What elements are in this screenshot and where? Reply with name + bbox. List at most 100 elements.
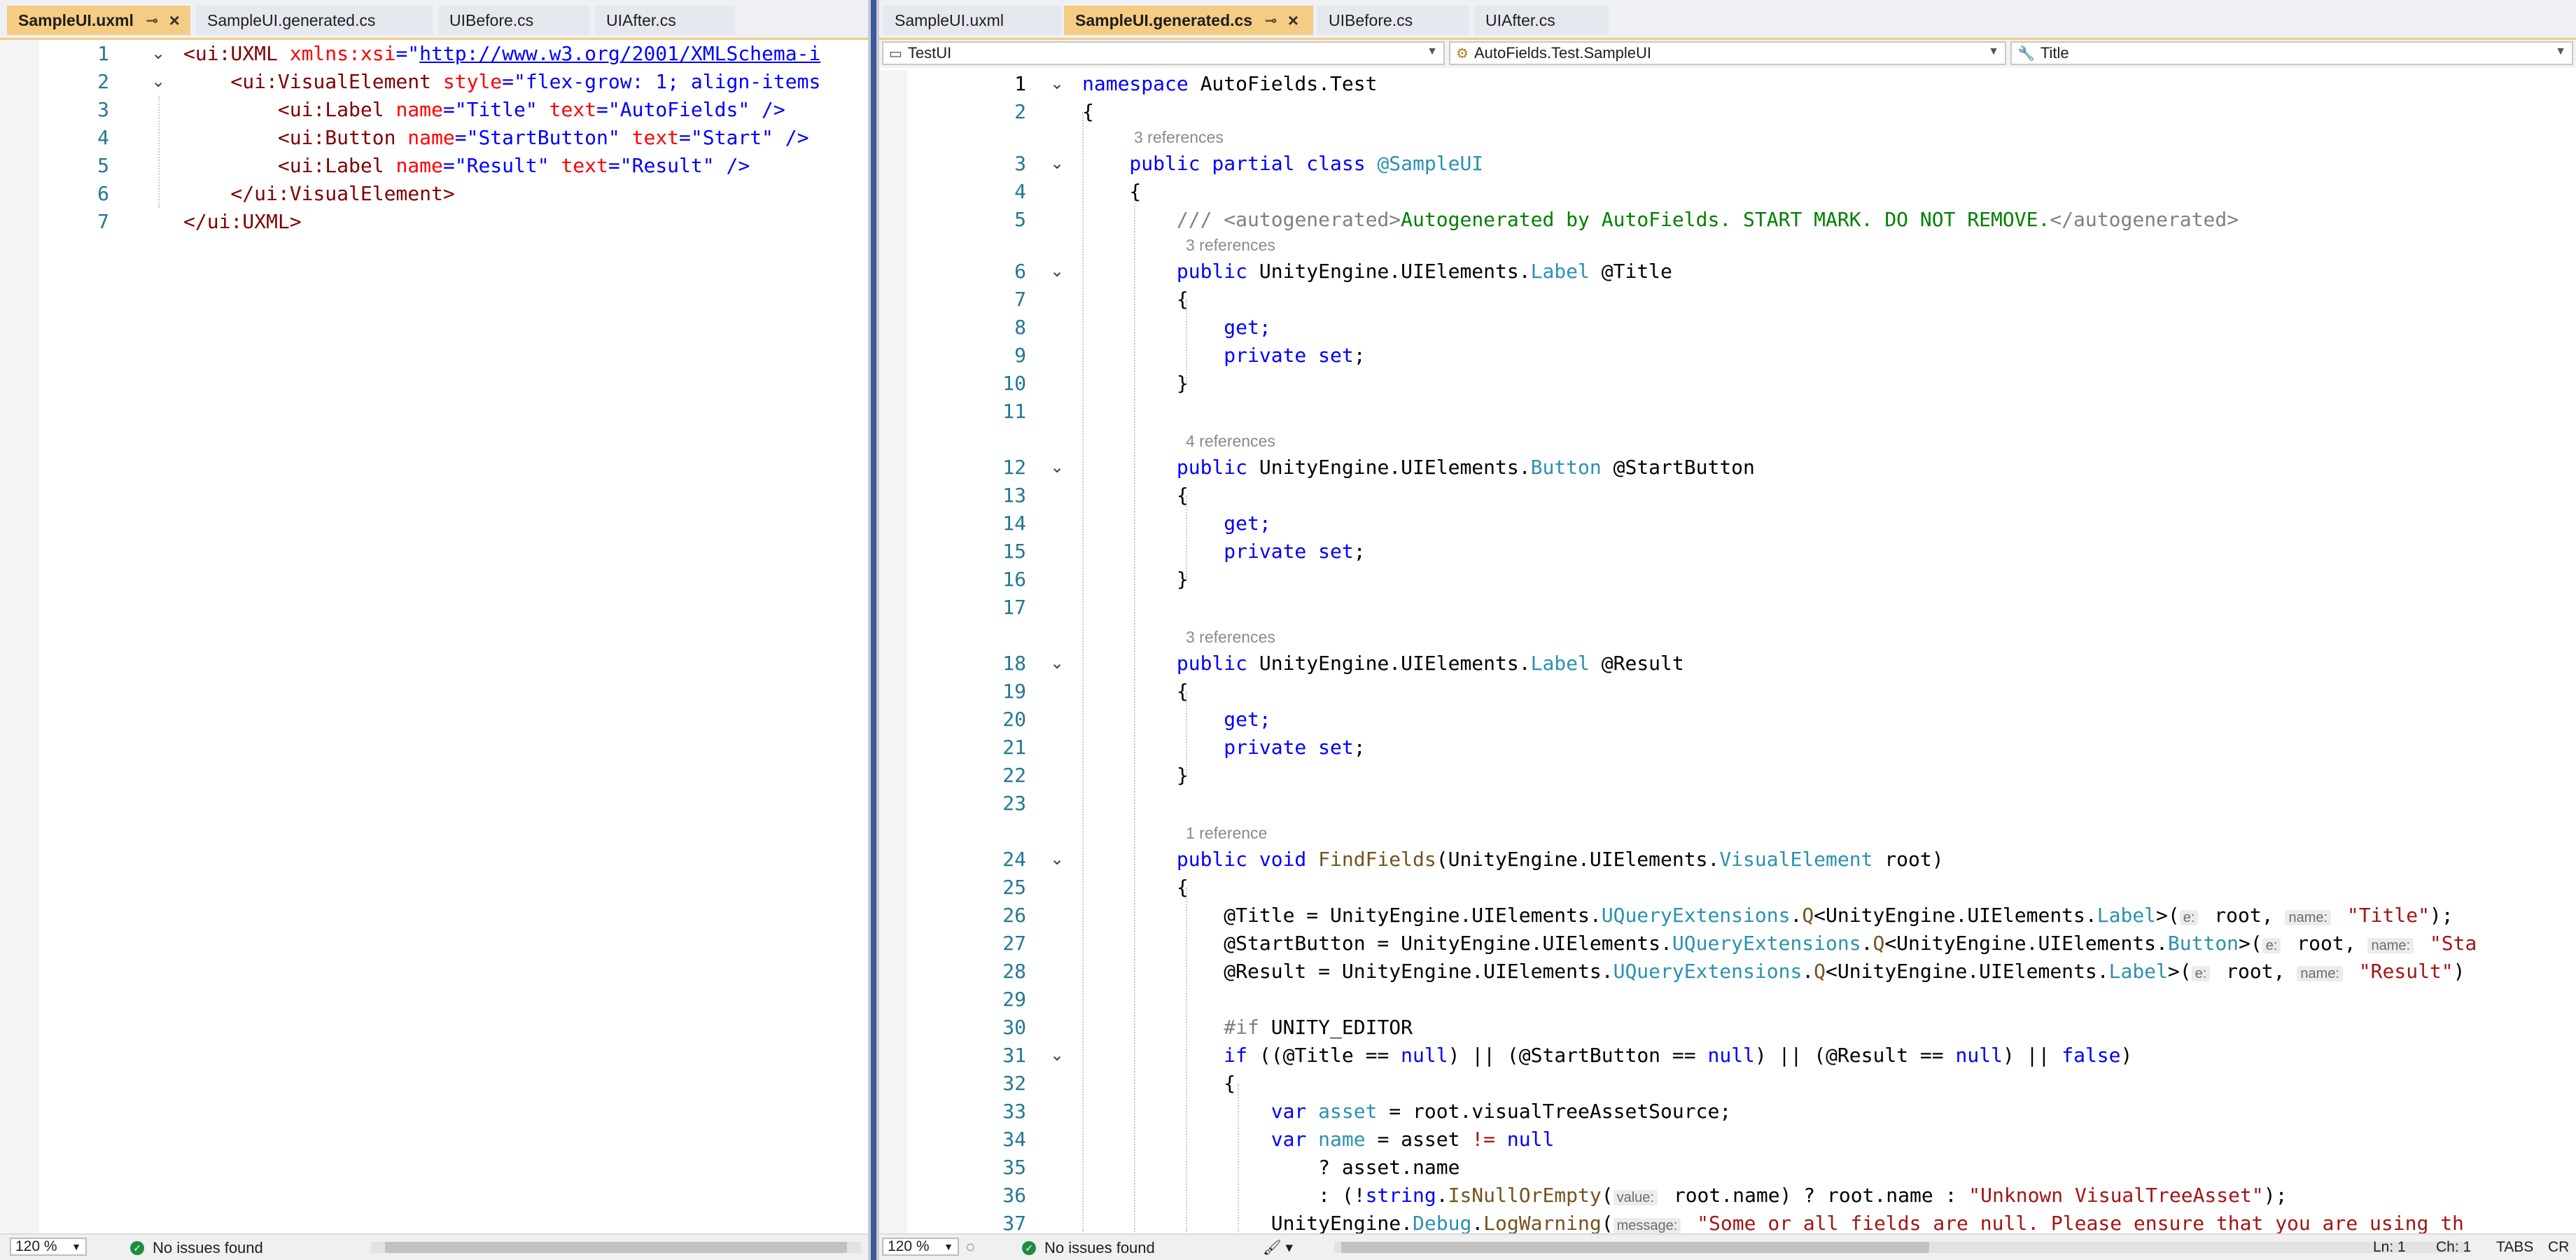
collapse-chevron-icon[interactable]: ⌄ [1050,454,1064,482]
tab-sampleui-generated-cs[interactable]: SampleUI.generated.cs [196,6,433,35]
pin-icon[interactable]: ⊸ [1265,12,1277,29]
line-number: 22 [1002,764,1026,787]
code-line: get; [1082,708,1271,731]
issues-indicator[interactable]: ✓ No issues found [1022,1239,1155,1257]
issues-text: No issues found [1044,1239,1155,1256]
zoom-select[interactable]: 120 % ▼ [10,1238,87,1256]
line-number: 5 [97,154,109,177]
line-number: 21 [1002,736,1026,759]
check-circle-icon: ✓ [130,1241,144,1255]
collapse-chevron-icon[interactable]: ⌄ [151,40,165,68]
line-number: 4 [1014,180,1026,203]
left-tab-bar: SampleUI.uxml ⊸ × SampleUI.generated.cs … [0,0,868,40]
code-line: private set; [1082,736,1366,759]
code-line: <ui:Label name="Title" text="AutoFields"… [183,98,785,121]
line-number: 16 [1002,568,1026,591]
code-line: public UnityEngine.UIElements.Button @St… [1082,456,1755,479]
cursor-column[interactable]: Ch: 1 [2436,1239,2471,1256]
line-number: 33 [1002,1100,1026,1123]
tab-uibefore-cs[interactable]: UIBefore.cs [438,6,589,35]
line-number: 17 [1002,596,1026,619]
chevron-down-icon: ▼ [1988,46,1999,57]
tab-label: SampleUI.generated.cs [1075,10,1253,29]
cursor-line[interactable]: Ln: 1 [2373,1239,2406,1256]
line-number: 3 [1014,152,1026,175]
collapse-chevron-icon[interactable]: ⌄ [1050,150,1064,178]
code-line: </ui:VisualElement> [183,182,455,205]
chevron-down-icon: ▼ [944,1241,953,1252]
code-lens-references[interactable]: 3 references [1186,627,1275,647]
member-dropdown[interactable]: 🔧 Title ▼ [2010,41,2573,65]
issues-indicator[interactable]: ✓ No issues found [130,1239,263,1257]
line-number: 1 [97,42,109,65]
horizontal-scrollbar[interactable] [1334,1242,2468,1253]
close-icon[interactable]: × [169,10,180,31]
scrollbar-thumb[interactable] [1341,1242,1929,1253]
brush-icon[interactable]: 🖌 ▾ [1263,1239,1293,1256]
collapse-chevron-icon[interactable]: ⌄ [1050,1042,1064,1070]
line-number: 37 [1002,1212,1026,1233]
line-number: 12 [1002,456,1026,479]
collapse-chevron-icon[interactable]: ⌄ [1050,258,1064,286]
code-line: public UnityEngine.UIElements.Label @Tit… [1082,260,1672,283]
code-line: public partial class @SampleUI [1082,152,1484,175]
class-icon: ⚙ [1456,46,1469,62]
scrollbar-thumb[interactable] [385,1242,847,1253]
collapse-chevron-icon[interactable]: ⌄ [1050,70,1064,98]
code-lens-references[interactable]: 4 references [1186,431,1275,451]
zoom-value: 120 % [888,1238,930,1254]
left-indicator-margin [0,40,39,1233]
horizontal-scrollbar[interactable] [371,1242,861,1253]
line-number: 13 [1002,484,1026,507]
line-number: 7 [97,210,109,233]
code-lens-references[interactable]: 3 references [1134,127,1224,147]
line-number: 8 [1014,316,1026,339]
collapse-chevron-icon[interactable]: ⌄ [1050,846,1064,874]
wrench-icon: 🔧 [2017,46,2035,62]
collapse-chevron-icon[interactable]: ⌄ [1050,650,1064,678]
tab-sampleui-uxml[interactable]: SampleUI.uxml ⊸ × [7,6,190,35]
tab-label: SampleUI.uxml [18,10,134,29]
line-number: 26 [1002,904,1026,927]
tab-label: UIBefore.cs [449,10,534,29]
pin-icon[interactable]: ⊸ [146,12,158,29]
line-number: 14 [1002,512,1026,535]
line-number: 3 [97,98,109,121]
line-number: 28 [1002,960,1026,983]
code-line: } [1082,764,1189,787]
line-number: 6 [97,182,109,205]
copilot-icon[interactable]: ◌ [966,1239,974,1256]
tab-sampleui-generated-cs[interactable]: SampleUI.generated.cs ⊸ × [1064,6,1313,35]
right-code-editor[interactable]: 1 2 3 4 5 6 7 8 9 10 11 12 13 14 15 16 17 18 19 20 21 22 23 24 2… [879,70,2576,1233]
tab-uiafter-cs[interactable]: UIAfter.cs [595,6,735,35]
line-number: 7 [1014,288,1026,311]
line-number: 4 [97,126,109,149]
code-line: <ui:VisualElement style="flex-grow: 1; a… [183,70,821,93]
issues-text: No issues found [153,1239,263,1256]
tab-uibefore-cs[interactable]: UIBefore.cs [1317,6,1469,35]
line-ending[interactable]: CR [2548,1239,2569,1256]
project-icon: ▭ [889,46,902,62]
code-lens-references[interactable]: 1 reference [1186,823,1267,843]
tab-label: SampleUI.uxml [895,10,1004,29]
close-icon[interactable]: × [1288,10,1298,31]
zoom-select[interactable]: 120 % ▼ [882,1238,959,1256]
line-number: 34 [1002,1128,1026,1151]
left-code-editor[interactable]: 1 2 3 4 5 6 7 ⌄ ⌄ <ui:UXML xmlns:xsi="ht… [0,40,868,1233]
code-line: { [1082,1072,1236,1095]
pane-splitter[interactable] [868,0,879,1260]
member-name: Title [2040,44,2069,62]
type-dropdown[interactable]: ⚙ AutoFields.Test.SampleUI ▼ [1449,41,2006,65]
line-number: 19 [1002,680,1026,703]
indentation-mode[interactable]: TABS [2496,1239,2533,1256]
fold-guide [158,96,160,208]
line-number: 36 [1002,1184,1026,1207]
code-line: { [1082,180,1142,203]
project-dropdown[interactable]: ▭ TestUI ▼ [882,41,1445,65]
tab-sampleui-uxml[interactable]: SampleUI.uxml [883,6,1061,35]
chevron-down-icon: ▼ [71,1241,81,1252]
tab-uiafter-cs[interactable]: UIAfter.cs [1474,6,1609,35]
code-lens-references[interactable]: 3 references [1186,235,1275,255]
collapse-chevron-icon[interactable]: ⌄ [151,68,165,96]
line-number: 24 [1002,848,1026,871]
